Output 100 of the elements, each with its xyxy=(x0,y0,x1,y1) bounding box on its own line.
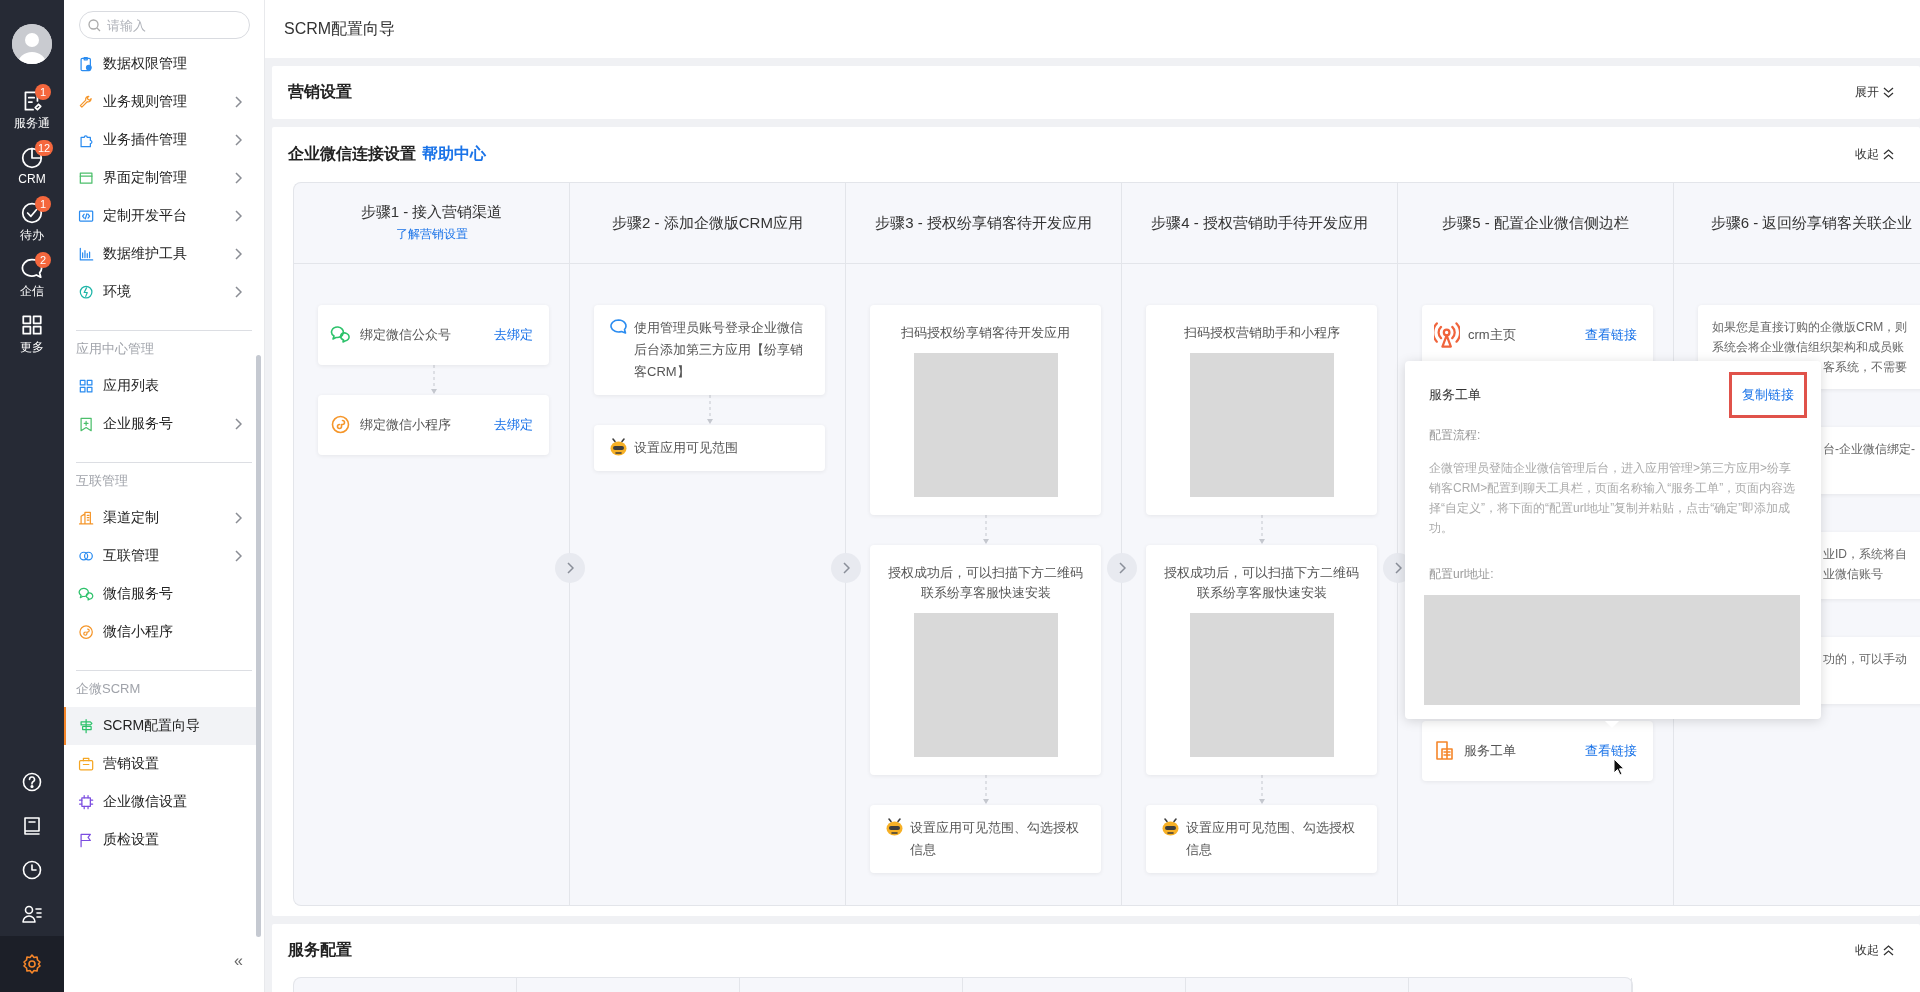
count-badge: 2 xyxy=(35,252,51,268)
sidebar-item[interactable]: 应用列表 xyxy=(64,367,256,405)
bar-chart-icon xyxy=(78,245,95,263)
link-circle-icon xyxy=(78,623,95,641)
sidebar-item[interactable]: 环境 xyxy=(64,273,256,311)
search-icon xyxy=(88,19,101,32)
bookmark-icon xyxy=(78,415,95,433)
step-title: 步骤6 - 返回纷享销客关联企业 xyxy=(1710,213,1913,233)
step-title: 步骤2 - 添加企微版CRM应用 xyxy=(612,213,803,233)
grid-icon xyxy=(78,377,95,395)
rail-label[interactable]: CRM xyxy=(18,172,46,186)
sidebar-item[interactable]: 质检设置 xyxy=(64,821,256,859)
contacts-icon[interactable] xyxy=(21,903,43,925)
card-text: 扫码授权营销助手和小程序 xyxy=(1183,324,1340,342)
sidebar-item[interactable]: 营销设置 xyxy=(64,745,256,783)
sidebar-item[interactable]: SCRM配置向导 xyxy=(64,707,256,745)
group-title: 企微SCRM xyxy=(75,680,142,698)
popup-title: 服务工单 xyxy=(1429,386,1481,404)
rail-label[interactable]: 服务通 xyxy=(14,114,50,132)
briefcase-icon xyxy=(78,755,95,773)
chat-bubbles-icon xyxy=(78,585,95,603)
grid-icon[interactable] xyxy=(20,312,44,337)
toggle-button[interactable]: 收起 xyxy=(1855,146,1894,163)
check-circle-icon[interactable] xyxy=(20,200,44,225)
count-badge: 1 xyxy=(35,196,51,212)
step-title: 步骤3 - 授权纷享销客待开发应用 xyxy=(875,213,1092,233)
card-text: 客系统，不需要 xyxy=(1823,359,1907,376)
scrollbar-thumb[interactable] xyxy=(256,355,261,937)
card-text: 业ID，系统将自 xyxy=(1823,546,1907,563)
group-title: 互联管理 xyxy=(75,472,129,490)
card-text: 设置应用可见范围、勾选授权信息 xyxy=(910,819,1080,859)
copy-link[interactable]: 复制链接 xyxy=(1729,372,1807,418)
settings-icon[interactable] xyxy=(21,953,43,975)
card-text: 业微信账号 xyxy=(1823,566,1883,583)
step-title: 步骤1 - 接入营销渠道 xyxy=(360,203,503,222)
help-icon[interactable] xyxy=(21,771,43,793)
count-badge: 1 xyxy=(35,84,51,100)
window-icon xyxy=(78,169,95,187)
code-icon xyxy=(78,207,95,225)
clock-icon[interactable] xyxy=(21,859,43,881)
rail-label[interactable]: 企信 xyxy=(20,282,44,300)
card-label: 绑定微信公众号 xyxy=(360,326,452,344)
toggle-button[interactable]: 展开 xyxy=(1855,84,1894,101)
sidebar-item[interactable]: 微信小程序 xyxy=(64,613,256,651)
avatar[interactable] xyxy=(12,24,52,64)
chevron-right-icon xyxy=(842,562,850,574)
collapse-button[interactable]: « xyxy=(234,952,243,970)
chevron-right-icon xyxy=(1394,562,1402,574)
sidebar-item[interactable]: 企业微信设置 xyxy=(64,783,256,821)
card-label: 服务工单 xyxy=(1464,742,1517,760)
card-text: 设置应用可见范围、勾选授权信息 xyxy=(1186,819,1356,859)
search-field[interactable]: 请输入 xyxy=(79,11,250,39)
step-title: 步骤5 - 配置企业微信侧边栏 xyxy=(1442,213,1629,233)
bolt-circle-icon xyxy=(78,283,95,301)
card-label: 绑定微信小程序 xyxy=(360,416,452,434)
popup-label: 配置url地址: xyxy=(1429,566,1495,583)
help-link[interactable]: 帮助中心 xyxy=(422,144,486,165)
card-link[interactable]: 去绑定 xyxy=(494,326,533,344)
card-link[interactable]: 查看链接 xyxy=(1585,742,1637,760)
rail-label[interactable]: 更多 xyxy=(20,338,44,356)
toggle-button[interactable]: 收起 xyxy=(1855,942,1894,959)
card-text: 如果您是直接订购的企微版CRM，则 xyxy=(1712,319,1908,336)
card-text: 授权成功后，可以扫描下方二维码联系纷享客服快速安装 xyxy=(1163,564,1360,602)
section-title: 营销设置 xyxy=(288,82,352,102)
inbox-icon[interactable] xyxy=(21,815,43,837)
count-badge: 12 xyxy=(35,140,54,156)
form-icon xyxy=(1434,740,1456,762)
chat-bubbles-icon xyxy=(330,324,352,346)
card-label: crm主页 xyxy=(1468,326,1517,344)
rail-label[interactable]: 待办 xyxy=(20,226,44,244)
link-circle-icon xyxy=(330,414,352,436)
card-text: 使用管理员账号登录企业微信后台添加第三方应用【纷享销客CRM】 xyxy=(634,319,804,381)
signpost-icon xyxy=(78,717,95,735)
sidebar-item[interactable]: 互联管理 xyxy=(64,537,256,575)
sidebar-item[interactable]: 数据权限管理 xyxy=(64,45,256,83)
chevron-right-icon xyxy=(566,562,574,574)
step-link[interactable]: 了解营销设置 xyxy=(395,226,468,243)
wrench-icon xyxy=(78,93,95,111)
sidebar-item[interactable]: 企业服务号 xyxy=(64,405,256,443)
chevron-right-icon xyxy=(1118,562,1126,574)
group-title: 应用中心管理 xyxy=(75,340,155,358)
sidebar-item[interactable]: 界面定制管理 xyxy=(64,159,256,197)
sidebar-item[interactable]: 数据维护工具 xyxy=(64,235,256,273)
card-link[interactable]: 查看链接 xyxy=(1585,326,1637,344)
popup-label: 配置流程: xyxy=(1429,427,1482,444)
card-text: 系统会将企业微信组织架构和成员账 xyxy=(1712,339,1904,356)
sidebar-item[interactable]: 业务规则管理 xyxy=(64,83,256,121)
sidebar-item[interactable]: 渠道定制 xyxy=(64,499,256,537)
sidebar-item[interactable]: 业务插件管理 xyxy=(64,121,256,159)
pointer-cursor-icon xyxy=(1613,758,1625,776)
sidebar-item[interactable]: 定制开发平台 xyxy=(64,197,256,235)
card-text: 功的，可以手动 xyxy=(1823,651,1907,668)
card-text: 设置应用可见范围 xyxy=(634,439,738,457)
card-link[interactable]: 去绑定 xyxy=(494,416,533,434)
popup-description: 企微管理员登陆企业微信管理后台，进入应用管理>第三方应用>纷享销客CRM>配置到聊天工具栏，页面名称输入“服务工单”，页面内容选择“自定义”，将下面的“配置url地址”复制并粘贴，点击“确定”即添加成功。 xyxy=(1429,460,1797,537)
building-icon xyxy=(78,509,95,527)
card-text: 授权成功后，可以扫描下方二维码联系纷享客服快速安装 xyxy=(887,564,1084,602)
sidebar-item[interactable]: 微信服务号 xyxy=(64,575,256,613)
chat-bubble-icon[interactable] xyxy=(20,256,44,281)
clipboard-icon xyxy=(78,55,95,73)
